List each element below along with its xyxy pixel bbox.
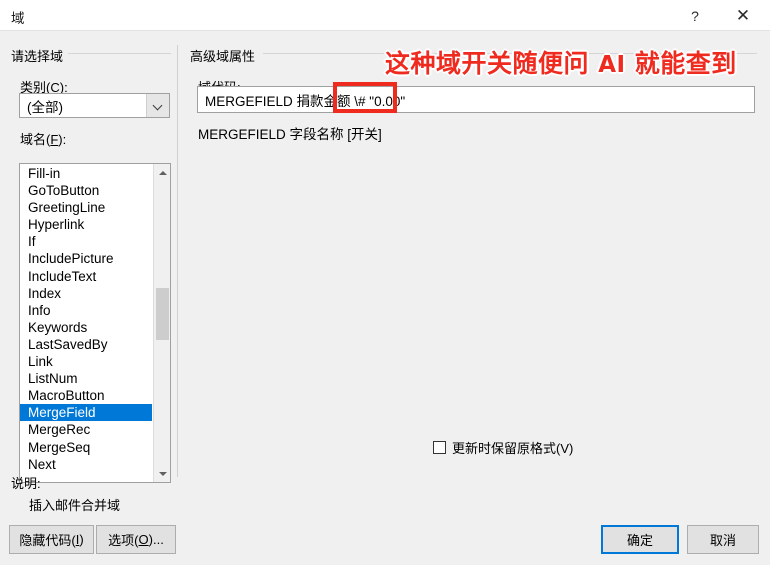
chevron-down-icon[interactable] xyxy=(146,94,169,117)
preserve-format-checkbox[interactable]: 更新时保留原格式(V) xyxy=(433,438,573,457)
description-text: 插入邮件合并域 xyxy=(29,498,121,513)
fieldname-label: 域名(F): xyxy=(20,132,67,147)
listbox-scrollbar[interactable] xyxy=(153,164,170,482)
title-bar: 域 ? ✕ xyxy=(0,0,770,31)
checkbox-box[interactable] xyxy=(433,441,446,454)
list-item[interactable]: LastSavedBy xyxy=(20,336,152,353)
list-item[interactable]: Fill-in xyxy=(20,165,152,182)
right-group-rule xyxy=(263,53,757,54)
field-names-listbox[interactable]: Fill-in GoToButton GreetingLine Hyperlink If… xyxy=(19,163,171,483)
fieldcode-syntax-hint: MERGEFIELD 字段名称 [开关] xyxy=(198,127,382,142)
category-value: (全部) xyxy=(27,99,63,115)
panel-separator xyxy=(177,45,178,477)
list-item[interactable]: MergeField xyxy=(20,404,152,422)
field-names-list[interactable]: Fill-in GoToButton GreetingLine Hyperlink If… xyxy=(20,164,152,482)
left-group-rule xyxy=(68,53,171,54)
list-item[interactable]: MergeRec xyxy=(20,421,152,438)
list-item[interactable]: IncludePicture xyxy=(20,250,152,267)
hide-codes-button[interactable]: 隐藏代码(I) xyxy=(9,525,94,554)
help-icon[interactable]: ? xyxy=(672,0,718,31)
list-item[interactable]: Hyperlink xyxy=(20,216,152,233)
window-title: 域 xyxy=(11,11,25,26)
list-item[interactable]: MergeSeq xyxy=(20,439,152,456)
description-label: 说明: xyxy=(11,476,41,491)
list-item[interactable]: GoToButton xyxy=(20,182,152,199)
list-item[interactable]: Index xyxy=(20,285,152,302)
list-item[interactable]: ListNum xyxy=(20,370,152,387)
ok-button[interactable]: 确定 xyxy=(601,525,679,554)
list-item[interactable]: IncludeText xyxy=(20,268,152,285)
dialog-body: 请选择域 类别(C): (全部) 域名(F): Fill-in GoToButto… xyxy=(0,31,770,565)
list-item[interactable]: MacroButton xyxy=(20,387,152,404)
options-button[interactable]: 选项(O)... xyxy=(96,525,176,554)
list-item[interactable]: Info xyxy=(20,302,152,319)
list-item[interactable]: If xyxy=(20,233,152,250)
close-icon[interactable]: ✕ xyxy=(720,0,766,31)
scroll-up-icon[interactable] xyxy=(154,164,170,181)
scroll-down-icon[interactable] xyxy=(154,465,170,482)
cancel-button[interactable]: 取消 xyxy=(687,525,759,554)
list-item[interactable]: Next xyxy=(20,456,152,473)
scrollbar-thumb[interactable] xyxy=(156,288,169,340)
list-item[interactable]: GreetingLine xyxy=(20,199,152,216)
preserve-format-label: 更新时保留原格式(V) xyxy=(452,441,574,456)
list-item[interactable]: Link xyxy=(20,353,152,370)
right-group-caption: 高级域属性 xyxy=(190,49,256,64)
list-item[interactable]: Keywords xyxy=(20,319,152,336)
fieldcode-input[interactable]: MERGEFIELD 捐款金额 \# "0.00" xyxy=(197,86,755,113)
left-group-caption: 请选择域 xyxy=(11,49,64,64)
category-combobox[interactable]: (全部) xyxy=(19,93,170,118)
